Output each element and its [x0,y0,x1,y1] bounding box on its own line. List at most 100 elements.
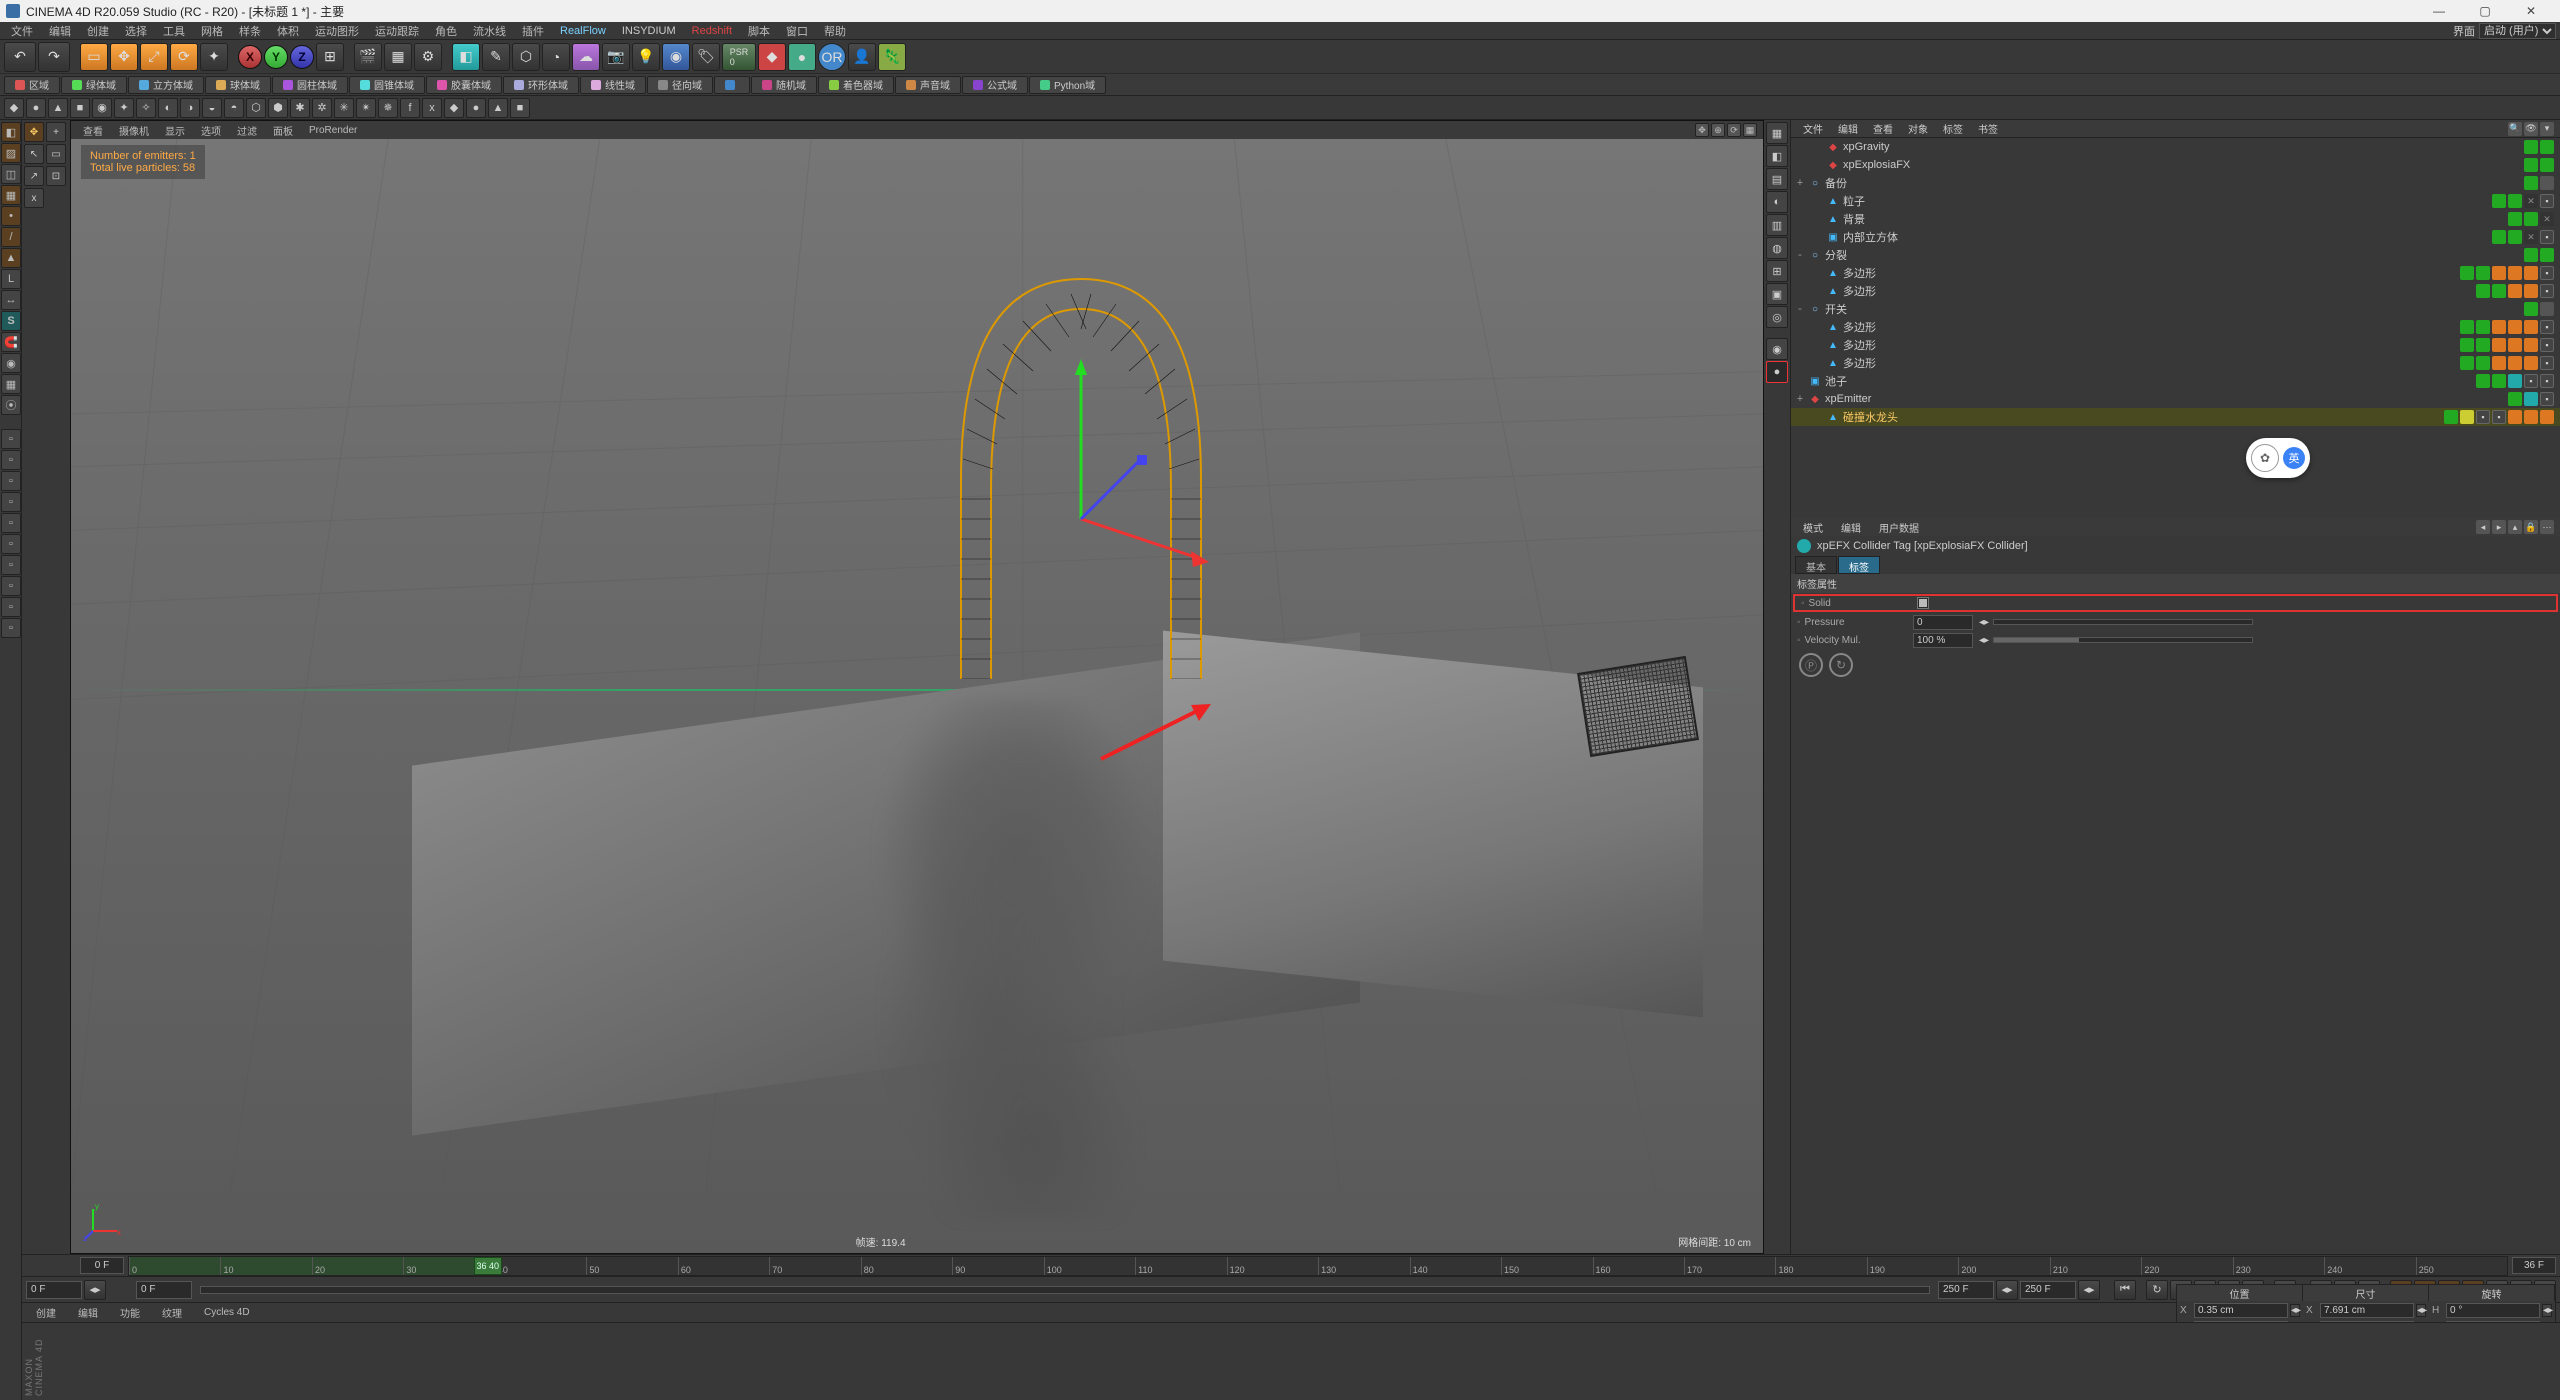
menu-2[interactable]: 创建 [80,21,116,41]
model-mode[interactable]: ◧ [1,122,21,142]
vp-nav-zoom-icon[interactable]: ⊕ [1711,123,1725,137]
vp-menu-item[interactable]: 选项 [195,122,227,139]
xp-button-4[interactable]: 👤 [848,43,876,71]
xp-tb-7[interactable]: ◐ [158,98,178,118]
attr-nav-fwd-icon[interactable]: ▸ [2492,520,2506,534]
object-row[interactable]: -○开关 [1791,300,2560,318]
attr-menu-icon[interactable]: ⋯ [2540,520,2554,534]
timeline-playhead[interactable]: 36 40 [474,1257,502,1275]
object-row[interactable]: ▣池子▪▪ [1791,372,2560,390]
object-row[interactable]: ◆xpExplosiaFX [1791,156,2560,174]
scene-3d[interactable] [71,139,1763,1253]
menu-14[interactable]: INSYDIUM [615,23,683,39]
add-spline[interactable]: ✎ [482,43,510,71]
menu-8[interactable]: 运动图形 [308,21,366,41]
menu-7[interactable]: 体积 [270,21,306,41]
xp-tb-20[interactable]: ◆ [444,98,464,118]
rd-4[interactable]: ◐ [1766,191,1788,213]
object-row[interactable]: ▲粒子✕▪ [1791,192,2560,210]
extra-8[interactable]: ▫ [1,576,21,596]
bottom-tab[interactable]: 功能 [110,1303,150,1322]
extra-6[interactable]: ▫ [1,534,21,554]
pb-spin[interactable]: ◂▸ [84,1280,106,1300]
vp-camera-icon[interactable]: ✥ [24,122,44,142]
om-menu-item[interactable]: 书签 [1972,120,2004,137]
vp-ico-2[interactable]: + [46,122,66,142]
last-tool[interactable]: ✦ [200,43,228,71]
attr-solid-checkbox[interactable] [1917,597,1929,609]
om-menu-item[interactable]: 文件 [1797,120,1829,137]
om-search-icon[interactable]: 🔍 [2508,122,2522,136]
xp-tb-18[interactable]: f [400,98,420,118]
xp-button-5[interactable]: 🦎 [878,43,906,71]
extra-9[interactable]: ▫ [1,597,21,617]
add-cube[interactable]: ◧ [452,43,480,71]
xp-tb-23[interactable]: ■ [510,98,530,118]
menu-3[interactable]: 选择 [118,21,154,41]
menu-16[interactable]: 脚本 [741,21,777,41]
vp-ico-6[interactable]: ⊡ [46,166,66,186]
object-row[interactable]: -○分裂 [1791,246,2560,264]
rotate-tool[interactable]: ⟳ [170,43,198,71]
vp-ico-3[interactable]: ↖ [24,144,44,164]
object-row[interactable]: ▲多边形▪ [1791,282,2560,300]
attr-velmul-value[interactable]: 100 % [1913,633,1973,648]
add-light[interactable]: 💡 [632,43,660,71]
vp-menu-item[interactable]: 面板 [267,122,299,139]
xp-button-1[interactable]: ◆ [758,43,786,71]
axis-mode[interactable]: L [1,269,21,289]
menu-11[interactable]: 流水线 [466,21,513,41]
coord-system[interactable]: ⊞ [316,43,344,71]
magnet-tool[interactable]: 🧲 [1,332,21,352]
render-region[interactable]: ▦ [384,43,412,71]
rd-10[interactable]: ◉ [1766,338,1788,360]
ime-indicator[interactable]: ✿ 英 [2246,438,2310,478]
add-deformer[interactable]: ◔ [542,43,570,71]
xp-tb-3[interactable]: ■ [70,98,90,118]
pb-range-start[interactable]: 0 F [136,1281,192,1299]
bottom-tab[interactable]: Cycles 4D [194,1305,260,1320]
object-row[interactable]: +◆xpEmitter▪ [1791,390,2560,408]
vp-menu-item[interactable]: 显示 [159,122,191,139]
pb-range-end[interactable]: 250 F [1938,1281,1994,1299]
attr-menu-item[interactable]: 用户数据 [1873,519,1925,536]
pb-loop[interactable]: ↻ [2146,1280,2168,1300]
field-btn-5[interactable]: 圆锥体域 [349,76,425,94]
timeline-start-field[interactable]: 0 F [80,1257,124,1274]
extra-10[interactable]: ▫ [1,618,21,638]
minimize-button[interactable]: — [2416,0,2462,22]
texture-mode[interactable]: ▨ [1,143,21,163]
undo-button[interactable]: ↶ [4,42,36,72]
field-btn-6[interactable]: 胶囊体域 [426,76,502,94]
xp-tb-21[interactable]: ● [466,98,486,118]
object-manager[interactable]: ✿ 英 ◆xpGravity◆xpExplosiaFX+○备份▲粒子✕▪▲背景✕… [1791,138,2560,518]
xp-tb-4[interactable]: ◉ [92,98,112,118]
bottom-tab[interactable]: 创建 [26,1303,66,1322]
om-menu-item[interactable]: 对象 [1902,120,1934,137]
menu-10[interactable]: 角色 [428,21,464,41]
xp-tb-15[interactable]: ✳ [334,98,354,118]
field-btn-11[interactable]: 随机域 [751,76,817,94]
axis-x-toggle[interactable]: X [238,45,262,69]
xp-tb-19[interactable]: x [422,98,442,118]
menu-1[interactable]: 编辑 [42,21,78,41]
attr-pressure-slider[interactable] [1993,619,2253,625]
render-settings[interactable]: ⚙ [414,43,442,71]
object-mode[interactable]: ▦ [1,185,21,205]
xp-tb-11[interactable]: ⬡ [246,98,266,118]
add-generator[interactable]: ⬡ [512,43,540,71]
xp-tb-22[interactable]: ▲ [488,98,508,118]
timeline-end-field[interactable]: 36 F [2512,1257,2556,1274]
menu-12[interactable]: 插件 [515,21,551,41]
field-btn-3[interactable]: 球体域 [205,76,271,94]
viewport[interactable]: 查看摄像机显示选项过滤面板ProRender ✥ ⊕ ⟳ ▦ [70,120,1764,1254]
extra-2[interactable]: ▫ [1,450,21,470]
xp-tb-2[interactable]: ▲ [48,98,68,118]
object-row[interactable]: ▲碰撞水龙头▪▪ [1791,408,2560,426]
vp-nav-layout-icon[interactable]: ▦ [1743,123,1757,137]
field-btn-4[interactable]: 圆柱体域 [272,76,348,94]
attr-preset-save-icon[interactable]: Ⓟ [1799,653,1823,677]
object-row[interactable]: ▲背景✕ [1791,210,2560,228]
rd-11[interactable]: ● [1766,361,1788,383]
attr-menu-item[interactable]: 编辑 [1835,519,1867,536]
